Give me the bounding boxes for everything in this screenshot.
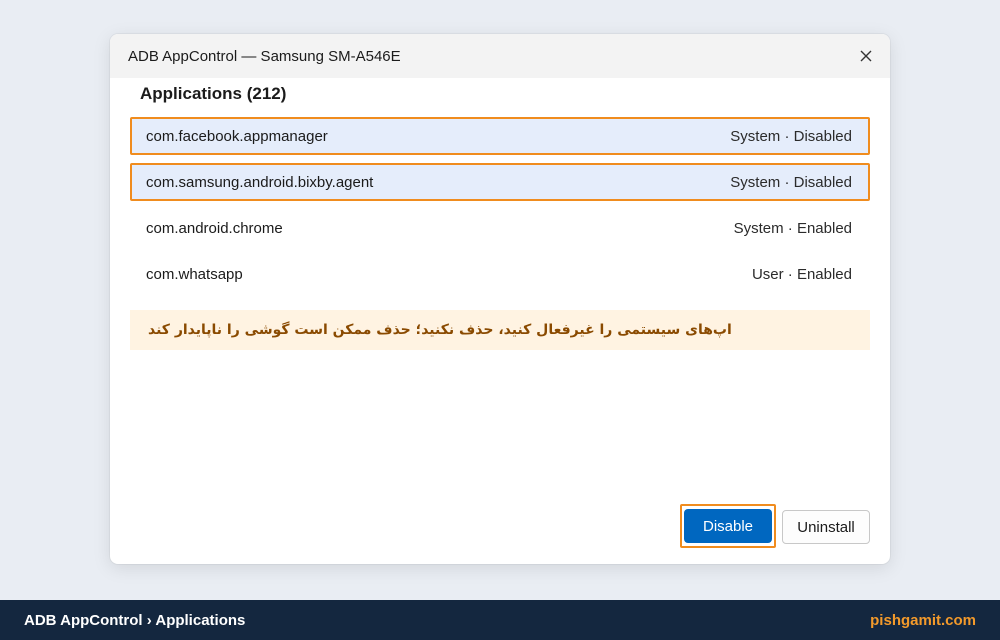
app-package: com.whatsapp <box>146 265 243 283</box>
app-status: User · Enabled <box>751 265 852 283</box>
window-title: ADB AppControl — Samsung SM-A546E <box>128 47 401 65</box>
title-bar: ADB AppControl — Samsung SM-A546E <box>110 34 890 78</box>
app-list: com.facebook.appmanager System · Disable… <box>130 117 870 301</box>
app-status: System · Disabled <box>730 127 852 145</box>
app-package: com.facebook.appmanager <box>146 127 328 145</box>
warning-banner: اپ‌های سیستمی را غیرفعال کنید، حذف نکنید… <box>130 310 870 350</box>
list-item[interactable]: com.whatsapp User · Enabled <box>130 255 870 293</box>
site-label: pishgamit.com <box>870 611 976 629</box>
close-icon <box>860 50 872 62</box>
list-item[interactable]: com.android.chrome System · Enabled <box>130 209 870 247</box>
uninstall-button[interactable]: Uninstall <box>782 510 870 544</box>
app-control-dialog: ADB AppControl — Samsung SM-A546E Applic… <box>110 34 890 564</box>
list-item[interactable]: com.samsung.android.bixby.agent System ·… <box>130 163 870 201</box>
status-bar: ADB AppControl › Applications pishgamit.… <box>0 600 1000 640</box>
app-package: com.samsung.android.bixby.agent <box>146 173 374 191</box>
disable-button[interactable]: Disable <box>684 509 772 543</box>
breadcrumb: ADB AppControl › Applications <box>24 611 246 629</box>
section-title: Applications (212) <box>140 84 287 103</box>
list-item[interactable]: com.facebook.appmanager System · Disable… <box>130 117 870 155</box>
app-package: com.android.chrome <box>146 219 283 237</box>
warning-text: اپ‌های سیستمی را غیرفعال کنید، حذف نکنید… <box>148 322 732 338</box>
app-status: System · Disabled <box>730 173 852 191</box>
close-button[interactable] <box>856 46 876 66</box>
disable-button-highlight: Disable <box>680 504 776 548</box>
app-status: System · Enabled <box>733 219 852 237</box>
